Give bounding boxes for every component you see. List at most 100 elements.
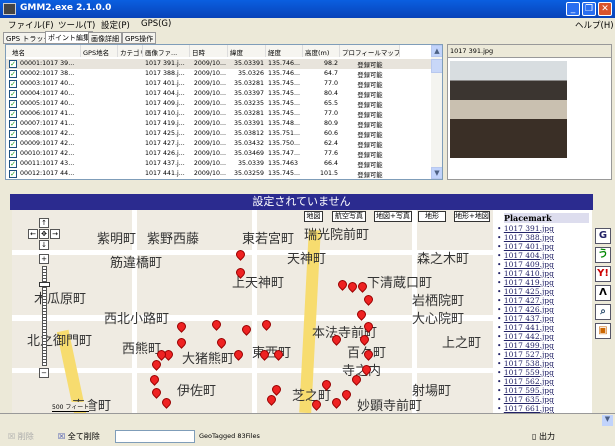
map-marker[interactable] xyxy=(148,373,161,386)
scroll-up-button[interactable]: ▲ xyxy=(431,45,442,57)
placemark-link[interactable]: 1017 425.jpg xyxy=(504,287,554,296)
placemark-link[interactable]: 1017 426.jpg xyxy=(504,305,554,314)
pan-right-icon[interactable]: → xyxy=(50,229,60,239)
map-type-map[interactable]: 地図 xyxy=(304,211,323,222)
map-marker[interactable] xyxy=(175,336,188,349)
zoom-out-icon[interactable]: − xyxy=(39,368,49,378)
tab-image-detail[interactable]: 画像詳細 xyxy=(88,32,122,44)
table-row[interactable]: ✓ 00008:1017 42... 1017 425.j... 2009/10...… xyxy=(6,129,431,139)
map-marker[interactable] xyxy=(330,396,343,409)
filter-input[interactable] xyxy=(115,430,195,443)
tab-gps-operation[interactable]: GPS操作 xyxy=(122,32,157,44)
placemark-link[interactable]: 1017 661.jpg xyxy=(504,404,554,413)
minimize-button[interactable]: _ xyxy=(566,2,580,16)
placemark-link[interactable]: 1017 595.jpg xyxy=(504,386,554,395)
table-row[interactable]: ✓ 00001:1017 39... 1017 391.j... 2009/10...… xyxy=(6,59,431,69)
row-checkbox[interactable]: ✓ xyxy=(9,140,17,148)
placemark-link[interactable]: 1017 388.jpg xyxy=(504,233,554,242)
table-row[interactable]: ✓ 00011:1017 43... 1017 437.j... 2009/10...… xyxy=(6,159,431,169)
scroll-down-button[interactable]: ▼ xyxy=(431,167,442,179)
placemark-link[interactable]: 1017 499.jpg xyxy=(504,341,554,350)
output-button[interactable]: ▯ 出力 xyxy=(532,431,555,442)
map-marker[interactable] xyxy=(160,396,173,409)
placemark-link[interactable]: 1017 427.jpg xyxy=(504,296,554,305)
placemark-link[interactable]: 1017 538.jpg xyxy=(504,359,554,368)
table-row[interactable]: ✓ 00005:1017 40... 1017 409.j... 2009/10...… xyxy=(6,99,431,109)
map-marker[interactable] xyxy=(175,320,188,333)
map-marker[interactable] xyxy=(232,348,245,361)
map-marker[interactable] xyxy=(340,388,353,401)
column-header[interactable]: カテゴリ xyxy=(118,45,143,57)
table-row[interactable]: ✓ 00003:1017 40... 1017 401.j... 2009/10...… xyxy=(6,79,431,89)
scroll-thumb[interactable] xyxy=(431,59,442,73)
menu-tools[interactable]: ツール(T) xyxy=(58,19,95,31)
delete-button[interactable]: ☒ 削除 xyxy=(8,431,34,442)
map-marker[interactable] xyxy=(150,386,163,399)
pan-down-icon[interactable]: ↓ xyxy=(39,240,49,250)
placemark-link[interactable]: 1017 635.jpg xyxy=(504,395,554,404)
row-checkbox[interactable]: ✓ xyxy=(9,60,17,68)
row-checkbox[interactable]: ✓ xyxy=(9,80,17,88)
column-header[interactable]: 緯度 xyxy=(228,45,266,57)
column-header[interactable]: 日時 xyxy=(190,45,228,57)
map-marker[interactable] xyxy=(215,336,228,349)
placemark-link[interactable]: 1017 562.jpg xyxy=(504,377,554,386)
zoom-view-icon[interactable]: ⌕ xyxy=(595,304,611,320)
placemark-link[interactable]: 1017 409.jpg xyxy=(504,260,554,269)
map-type-terrain[interactable]: 地形 xyxy=(418,211,446,222)
row-checkbox[interactable]: ✓ xyxy=(9,130,17,138)
row-checkbox[interactable]: ✓ xyxy=(9,90,17,98)
menu-settings[interactable]: 設定(P) xyxy=(101,19,130,31)
row-checkbox[interactable]: ✓ xyxy=(9,160,17,168)
restore-button[interactable]: ❐ xyxy=(582,2,596,16)
menu-gps[interactable]: GPS(G) xyxy=(141,19,171,29)
zoom-slider-handle[interactable] xyxy=(39,282,50,287)
pan-center-icon[interactable]: ✥ xyxy=(39,229,49,239)
menu-help[interactable]: ヘルプ(H) xyxy=(575,19,614,31)
map-view[interactable]: 紫明町 紫野西藤 東若宮町 天神町 森之木町 筋違橋町 上天神町 下清蔵口町 岩栖院町 木瓜原町西… xyxy=(12,210,493,413)
table-row[interactable]: ✓ 00007:1017 41... 1017 419.j... 2009/10...… xyxy=(6,119,431,129)
placemark-link[interactable]: 1017 442.jpg xyxy=(504,332,554,341)
mountain-icon[interactable]: Λ xyxy=(595,285,611,301)
placemark-link[interactable]: 1017 437.jpg xyxy=(504,314,554,323)
close-button[interactable]: ✕ xyxy=(598,2,612,16)
yahoo-icon[interactable]: Y! xyxy=(595,266,611,282)
delete-all-button[interactable]: ☒ 全て削除 xyxy=(58,431,100,442)
camera-bag-icon[interactable]: ▣ xyxy=(595,323,611,339)
map-marker[interactable] xyxy=(240,323,253,336)
placemark-link[interactable]: 1017 410.jpg xyxy=(504,269,554,278)
row-checkbox[interactable]: ✓ xyxy=(9,110,17,118)
column-header[interactable]: 画像ファ... xyxy=(143,45,190,57)
row-checkbox[interactable]: ✓ xyxy=(9,170,17,178)
placemark-link[interactable]: 1017 559.jpg xyxy=(504,368,554,377)
row-checkbox[interactable]: ✓ xyxy=(9,70,17,78)
table-row[interactable]: ✓ 00002:1017 38... 1017 388.j... 2009/10...… xyxy=(6,69,431,79)
zoom-in-icon[interactable]: + xyxy=(39,254,49,264)
table-row[interactable]: ✓ 00012:1017 44... 1017 441.j... 2009/10...… xyxy=(6,169,431,179)
column-header[interactable]: 高度(m) xyxy=(303,45,340,57)
placemark-link[interactable]: 1017 419.jpg xyxy=(504,278,554,287)
google-icon[interactable]: G xyxy=(595,228,611,244)
row-checkbox[interactable]: ✓ xyxy=(9,120,17,128)
goo-icon[interactable]: う xyxy=(595,247,611,263)
pan-left-icon[interactable]: ← xyxy=(28,229,38,239)
zoom-slider[interactable] xyxy=(42,266,47,366)
map-type-hybrid[interactable]: 地図+写真 xyxy=(374,211,412,222)
column-header[interactable]: 経度 xyxy=(266,45,303,57)
placemark-link[interactable]: 1017 441.jpg xyxy=(504,323,554,332)
menu-file[interactable]: ファイル(F) xyxy=(8,19,54,31)
table-row[interactable]: ✓ 00006:1017 41... 1017 410.j... 2009/10...… xyxy=(6,109,431,119)
column-header[interactable]: プロフィールマップ xyxy=(340,45,400,57)
row-checkbox[interactable]: ✓ xyxy=(9,100,17,108)
table-row[interactable]: ✓ 00010:1017 42... 1017 426.j... 2009/10...… xyxy=(6,149,431,159)
placemark-link[interactable]: 1017 404.jpg xyxy=(504,251,554,260)
placemark-link[interactable]: 1017 527.jpg xyxy=(504,350,554,359)
placemark-link[interactable]: 1017 391.jpg xyxy=(504,224,554,233)
table-row[interactable]: ✓ 00004:1017 40... 1017 404.j... 2009/10...… xyxy=(6,89,431,99)
tab-point-edit[interactable]: ポイント編集 xyxy=(45,31,93,44)
pan-up-icon[interactable]: ↑ xyxy=(39,218,49,228)
column-header[interactable]: GPS地名 xyxy=(81,45,118,57)
chevron-down-icon[interactable]: ▼ xyxy=(602,415,613,426)
map-type-satellite[interactable]: 航空写真 xyxy=(332,211,366,222)
column-header[interactable]: 地名 xyxy=(6,45,81,57)
